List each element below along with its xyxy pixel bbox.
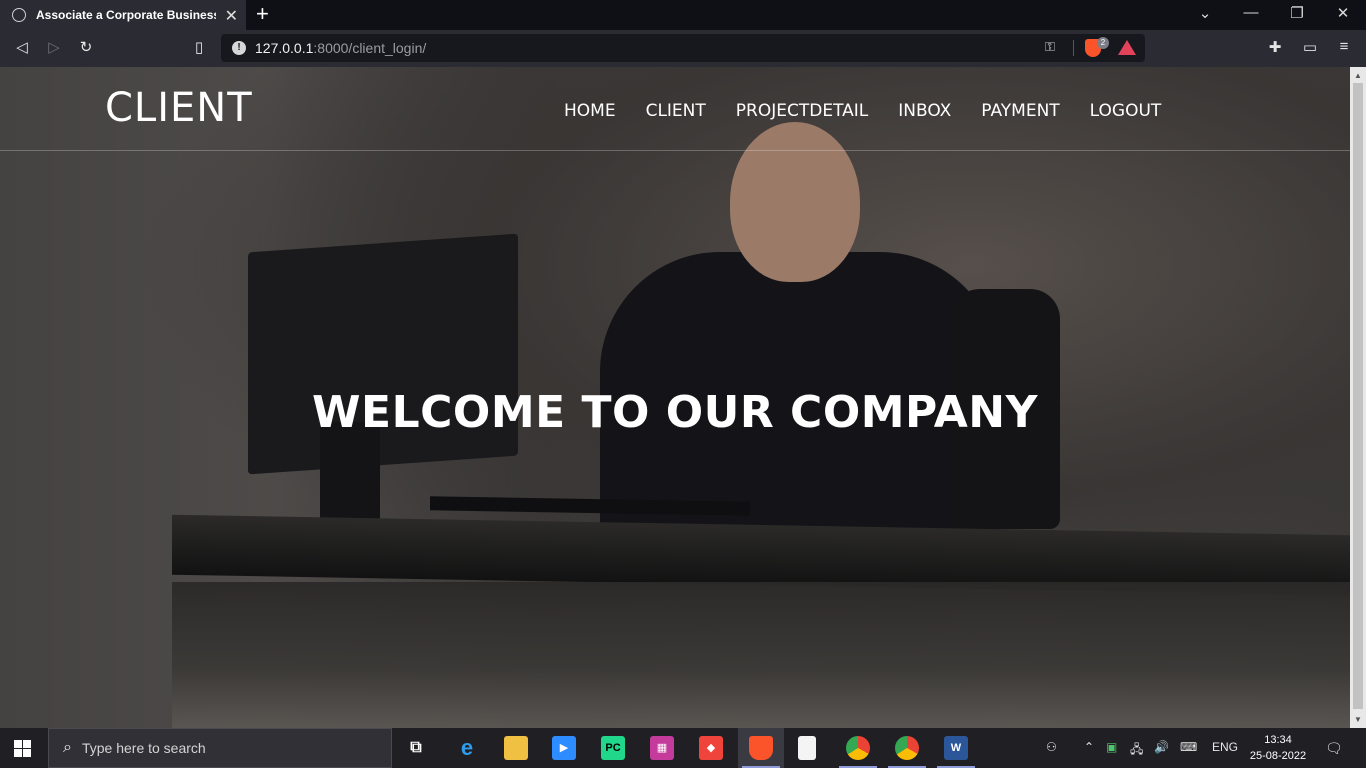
url-divider	[1073, 40, 1074, 56]
language-indicator[interactable]: ENG	[1212, 740, 1238, 754]
page-viewport: CLIENT HOME CLIENT PROJECTDETAIL INBOX P…	[0, 67, 1350, 728]
tab-strip: Associate a Corporate Business C ✕ + ⌄ —…	[0, 0, 1366, 30]
notepad-icon[interactable]	[798, 736, 816, 760]
tray-overflow-chevron-icon[interactable]: ⌃	[1084, 740, 1094, 754]
address-bar[interactable]: ! 127.0.0.1:8000/client_login/ ⚿ 2	[221, 34, 1145, 62]
clock-date: 25-08-2022	[1249, 750, 1307, 762]
new-tab-button[interactable]: +	[256, 2, 269, 26]
nav-home-link[interactable]: HOME	[564, 101, 616, 121]
page-scrollbar[interactable]: ▲ ▼	[1350, 67, 1366, 728]
search-placeholder: Type here to search	[81, 740, 206, 756]
taskbar-search[interactable]: ⌕ Type here to search	[48, 728, 392, 768]
taskbar: ⌕ Type here to search ⧉ e ▶ PC ▦ ◆ W ⚇ ⌃…	[0, 728, 1366, 768]
site-header: CLIENT HOME CLIENT PROJECTDETAIL INBOX P…	[0, 67, 1350, 151]
nav-client-link[interactable]: CLIENT	[646, 101, 706, 121]
hero-background-person	[560, 122, 1000, 552]
site-logo[interactable]: CLIENT	[105, 85, 253, 131]
scroll-down-icon[interactable]: ▼	[1354, 715, 1362, 724]
network-icon[interactable]: 🖧	[1130, 740, 1143, 761]
nav-inbox-link[interactable]: INBOX	[898, 101, 951, 121]
browser-toolbar: ◁ ▷ ↻ ▯ ! 127.0.0.1:8000/client_login/ ⚿…	[0, 30, 1366, 67]
password-key-icon[interactable]: ⚿	[1045, 39, 1055, 55]
bookmark-icon[interactable]: ▯	[189, 38, 209, 56]
brave-rewards-icon[interactable]	[1118, 40, 1136, 55]
notifications-icon[interactable]: 🗨	[1325, 740, 1343, 757]
window-close-button[interactable]: ✕	[1333, 4, 1353, 22]
keyboard-icon[interactable]: ⌨	[1180, 740, 1197, 754]
windows-start-icon[interactable]	[14, 740, 32, 758]
wallet-icon[interactable]: ▭	[1300, 38, 1320, 56]
task-view-icon[interactable]: ⧉	[404, 736, 428, 760]
minimize-button[interactable]: —	[1241, 4, 1261, 21]
app-tray-icon[interactable]: ▣	[1106, 740, 1117, 754]
nav-payment-link[interactable]: PAYMENT	[981, 101, 1059, 121]
chrome-icon[interactable]	[846, 736, 870, 760]
tab-search-chevron-icon[interactable]: ⌄	[1195, 4, 1215, 22]
back-button[interactable]: ◁	[12, 38, 32, 56]
word-icon[interactable]: W	[944, 736, 968, 760]
hero-title: WELCOME TO OUR COMPANY	[312, 387, 1038, 438]
search-icon: ⌕	[63, 739, 72, 756]
site-info-icon[interactable]: !	[232, 41, 246, 55]
jetbrains-toolbox-icon[interactable]: ▦	[650, 736, 674, 760]
brave-icon[interactable]	[749, 736, 773, 760]
chrome-profile-icon[interactable]	[895, 736, 919, 760]
shields-count-badge: 2	[1097, 37, 1109, 49]
nav-logout-link[interactable]: LOGOUT	[1090, 101, 1162, 121]
tab-close-icon[interactable]: ✕	[225, 6, 238, 26]
clock-time: 13:34	[1264, 734, 1292, 746]
nav-projectdetail-link[interactable]: PROJECTDETAIL	[736, 101, 868, 121]
reload-button[interactable]: ↻	[76, 38, 96, 56]
taskbar-clock[interactable]: 13:34 25-08-2022	[1248, 732, 1308, 764]
scrollbar-thumb[interactable]	[1353, 83, 1363, 709]
main-nav: HOME CLIENT PROJECTDETAIL INBOX PAYMENT …	[564, 101, 1161, 121]
browser-tab-active[interactable]: Associate a Corporate Business C ✕	[0, 0, 246, 30]
hero-background-reflection	[172, 582, 1350, 728]
zoom-icon[interactable]: ▶	[552, 736, 576, 760]
extensions-icon[interactable]: ✚	[1265, 38, 1285, 56]
people-icon[interactable]: ⚇	[1046, 740, 1057, 754]
hero-background-monitor	[248, 233, 518, 475]
restore-button[interactable]: ❐	[1287, 4, 1307, 22]
forward-button[interactable]: ▷	[44, 38, 64, 56]
scroll-up-icon[interactable]: ▲	[1354, 71, 1362, 80]
menu-icon[interactable]: ≡	[1334, 38, 1354, 55]
volume-icon[interactable]: 🔊	[1154, 740, 1169, 754]
file-explorer-icon[interactable]	[504, 736, 528, 760]
edge-icon[interactable]: e	[455, 736, 479, 760]
globe-icon	[12, 8, 26, 22]
tab-title: Associate a Corporate Business C	[36, 8, 216, 22]
anydesk-icon[interactable]: ◆	[699, 736, 723, 760]
pycharm-icon[interactable]: PC	[601, 736, 625, 760]
url-text[interactable]: 127.0.0.1:8000/client_login/	[255, 40, 426, 56]
